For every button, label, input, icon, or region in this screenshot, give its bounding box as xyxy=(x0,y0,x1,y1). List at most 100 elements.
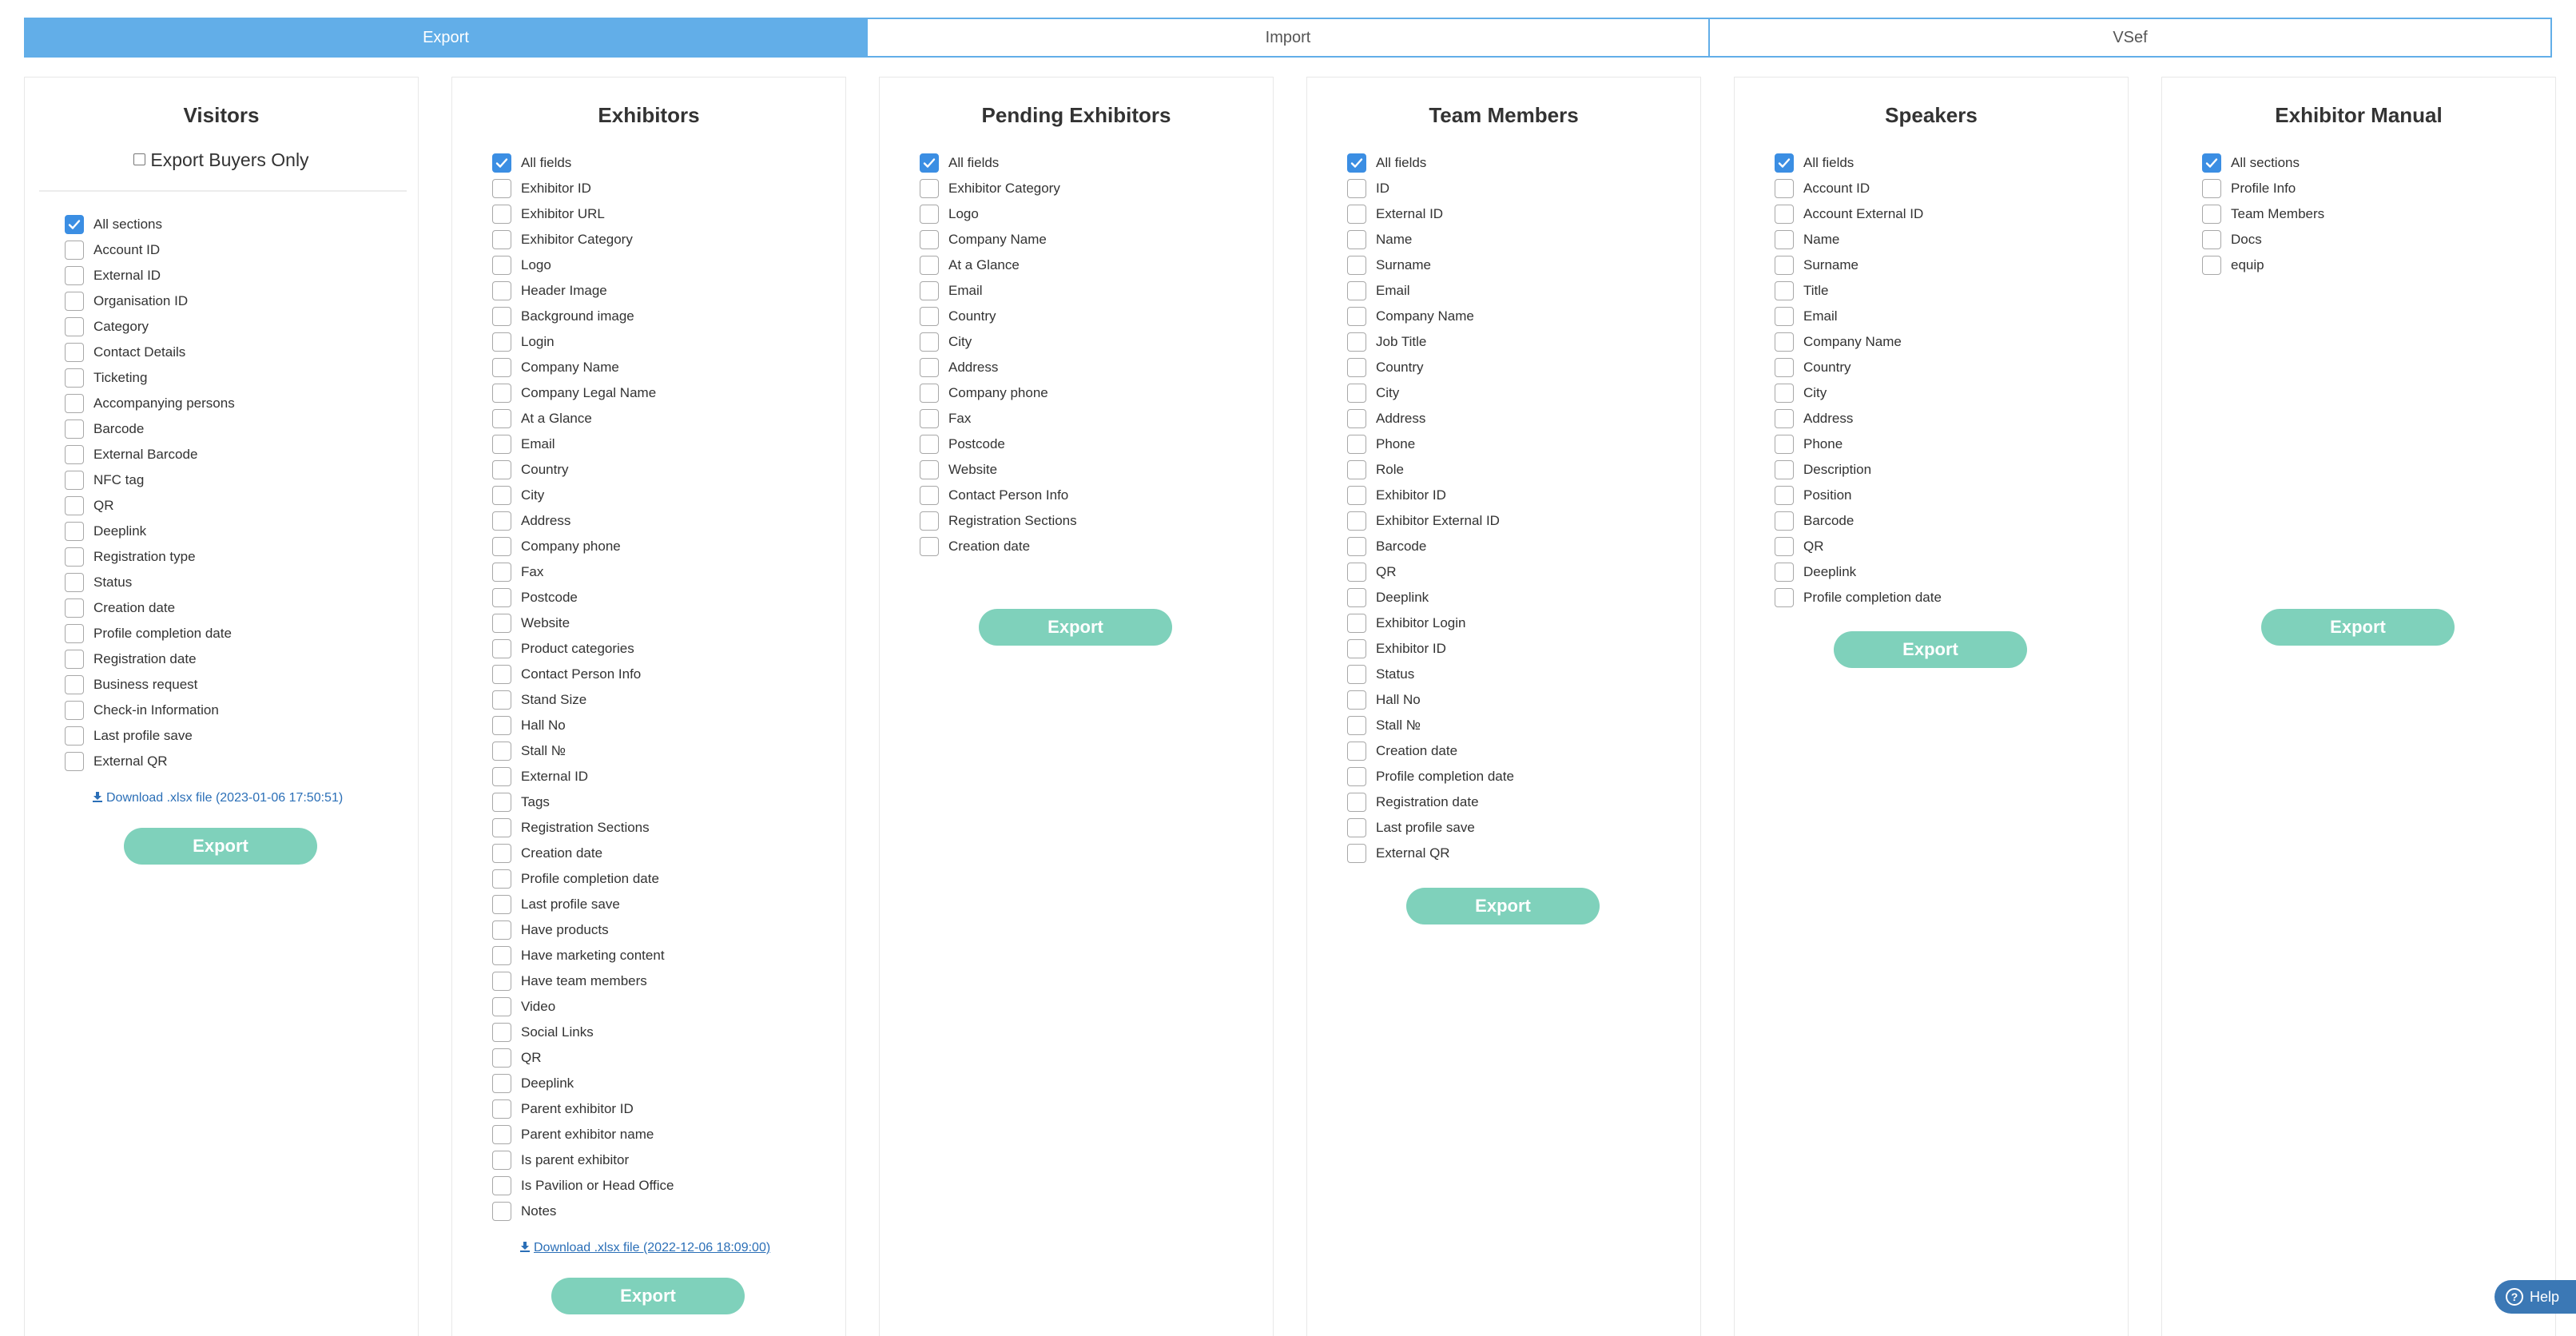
field-option[interactable]: Registration date xyxy=(1347,789,1514,815)
field-option[interactable]: All fields xyxy=(492,150,674,176)
field-option[interactable]: Email xyxy=(1347,278,1514,304)
checkbox[interactable] xyxy=(1347,767,1366,786)
field-option[interactable]: Profile completion date xyxy=(1775,585,1942,610)
checkbox[interactable] xyxy=(1775,563,1794,582)
field-option[interactable]: Last profile save xyxy=(492,892,674,917)
checkbox[interactable] xyxy=(1775,179,1794,198)
checkbox[interactable] xyxy=(1347,307,1366,326)
export-button[interactable]: Export xyxy=(551,1278,745,1314)
checkbox[interactable] xyxy=(1775,409,1794,428)
field-option[interactable]: Background image xyxy=(492,304,674,329)
checkbox[interactable] xyxy=(492,384,511,403)
field-option[interactable]: Have marketing content xyxy=(492,943,674,968)
checkbox[interactable] xyxy=(2202,179,2221,198)
checkbox[interactable] xyxy=(1347,588,1366,607)
field-option[interactable]: Barcode xyxy=(1775,508,1942,534)
field-option[interactable]: Is parent exhibitor xyxy=(492,1147,674,1173)
checkbox[interactable] xyxy=(65,701,84,720)
checkbox[interactable] xyxy=(1775,281,1794,300)
checkbox[interactable] xyxy=(1347,639,1366,658)
field-option[interactable]: QR xyxy=(1347,559,1514,585)
export-button[interactable]: Export xyxy=(124,828,317,865)
checkbox[interactable] xyxy=(920,205,939,224)
field-option[interactable]: Exhibitor ID xyxy=(1347,483,1514,508)
checkbox[interactable] xyxy=(920,307,939,326)
export-button[interactable]: Export xyxy=(2261,609,2455,646)
export-button[interactable]: Export xyxy=(1406,888,1600,924)
checkbox[interactable] xyxy=(920,460,939,479)
checkbox[interactable] xyxy=(1775,205,1794,224)
field-option[interactable]: Fax xyxy=(920,406,1077,431)
field-option[interactable]: Country xyxy=(1775,355,1942,380)
checkbox[interactable] xyxy=(65,624,84,643)
checkbox[interactable] xyxy=(1347,281,1366,300)
checkbox[interactable] xyxy=(492,486,511,505)
field-option[interactable]: Surname xyxy=(1775,252,1942,278)
checkbox[interactable] xyxy=(1347,614,1366,633)
checkbox[interactable] xyxy=(920,358,939,377)
checkbox[interactable] xyxy=(492,205,511,224)
field-option[interactable]: Organisation ID xyxy=(65,288,235,314)
checkbox[interactable] xyxy=(1347,665,1366,684)
checkbox[interactable] xyxy=(920,332,939,352)
checkbox[interactable] xyxy=(492,1048,511,1068)
checkbox[interactable] xyxy=(1775,511,1794,531)
field-option[interactable]: Stall № xyxy=(1347,713,1514,738)
field-option[interactable]: Creation date xyxy=(1347,738,1514,764)
checkbox[interactable] xyxy=(492,230,511,249)
checkbox[interactable] xyxy=(65,419,84,439)
checkbox[interactable] xyxy=(492,972,511,991)
checkbox[interactable] xyxy=(65,394,84,413)
field-option[interactable]: External ID xyxy=(1347,201,1514,227)
field-option[interactable]: Country xyxy=(920,304,1077,329)
checkbox-checked[interactable] xyxy=(920,153,939,173)
field-option[interactable]: Deeplink xyxy=(492,1071,674,1096)
field-option[interactable]: Have team members xyxy=(492,968,674,994)
checkbox[interactable] xyxy=(492,460,511,479)
download-xlsx-link[interactable]: Download .xlsx file (2022-12-06 18:09:00… xyxy=(519,1241,770,1255)
field-option[interactable]: Position xyxy=(1775,483,1942,508)
field-option[interactable]: All sections xyxy=(2202,150,2324,176)
checkbox-checked[interactable] xyxy=(65,215,84,234)
checkbox[interactable] xyxy=(1347,537,1366,556)
checkbox[interactable] xyxy=(1347,256,1366,275)
field-option[interactable]: Creation date xyxy=(920,534,1077,559)
checkbox[interactable] xyxy=(492,537,511,556)
checkbox[interactable] xyxy=(920,179,939,198)
field-option[interactable]: Logo xyxy=(492,252,674,278)
checkbox[interactable] xyxy=(492,742,511,761)
field-option[interactable]: Accompanying persons xyxy=(65,391,235,416)
checkbox-checked[interactable] xyxy=(1347,153,1366,173)
checkbox[interactable] xyxy=(65,726,84,746)
checkbox[interactable] xyxy=(492,1151,511,1170)
checkbox[interactable] xyxy=(492,307,511,326)
checkbox[interactable] xyxy=(1347,179,1366,198)
checkbox[interactable] xyxy=(65,522,84,541)
field-option[interactable]: Exhibitor Login xyxy=(1347,610,1514,636)
checkbox[interactable] xyxy=(1347,384,1366,403)
field-option[interactable]: At a Glance xyxy=(920,252,1077,278)
field-option[interactable]: Phone xyxy=(1775,431,1942,457)
checkbox[interactable] xyxy=(492,256,511,275)
checkbox[interactable] xyxy=(920,230,939,249)
field-option[interactable]: Hall No xyxy=(1347,687,1514,713)
field-option[interactable]: Category xyxy=(65,314,235,340)
checkbox[interactable] xyxy=(1347,844,1366,863)
field-option[interactable]: Creation date xyxy=(65,595,235,621)
field-option[interactable]: Description xyxy=(1775,457,1942,483)
checkbox[interactable] xyxy=(492,895,511,914)
field-option[interactable]: Email xyxy=(920,278,1077,304)
field-option[interactable]: External QR xyxy=(1347,841,1514,866)
checkbox[interactable] xyxy=(65,547,84,567)
checkbox-checked[interactable] xyxy=(2202,153,2221,173)
field-option[interactable]: Contact Person Info xyxy=(920,483,1077,508)
checkbox[interactable] xyxy=(65,292,84,311)
field-option[interactable]: Name xyxy=(1775,227,1942,252)
field-option[interactable]: Exhibitor URL xyxy=(492,201,674,227)
field-option[interactable]: Deeplink xyxy=(1347,585,1514,610)
field-option[interactable]: All fields xyxy=(1775,150,1942,176)
checkbox[interactable] xyxy=(492,179,511,198)
field-option[interactable]: All fields xyxy=(920,150,1077,176)
checkbox[interactable] xyxy=(1347,511,1366,531)
field-option[interactable]: All fields xyxy=(1347,150,1514,176)
